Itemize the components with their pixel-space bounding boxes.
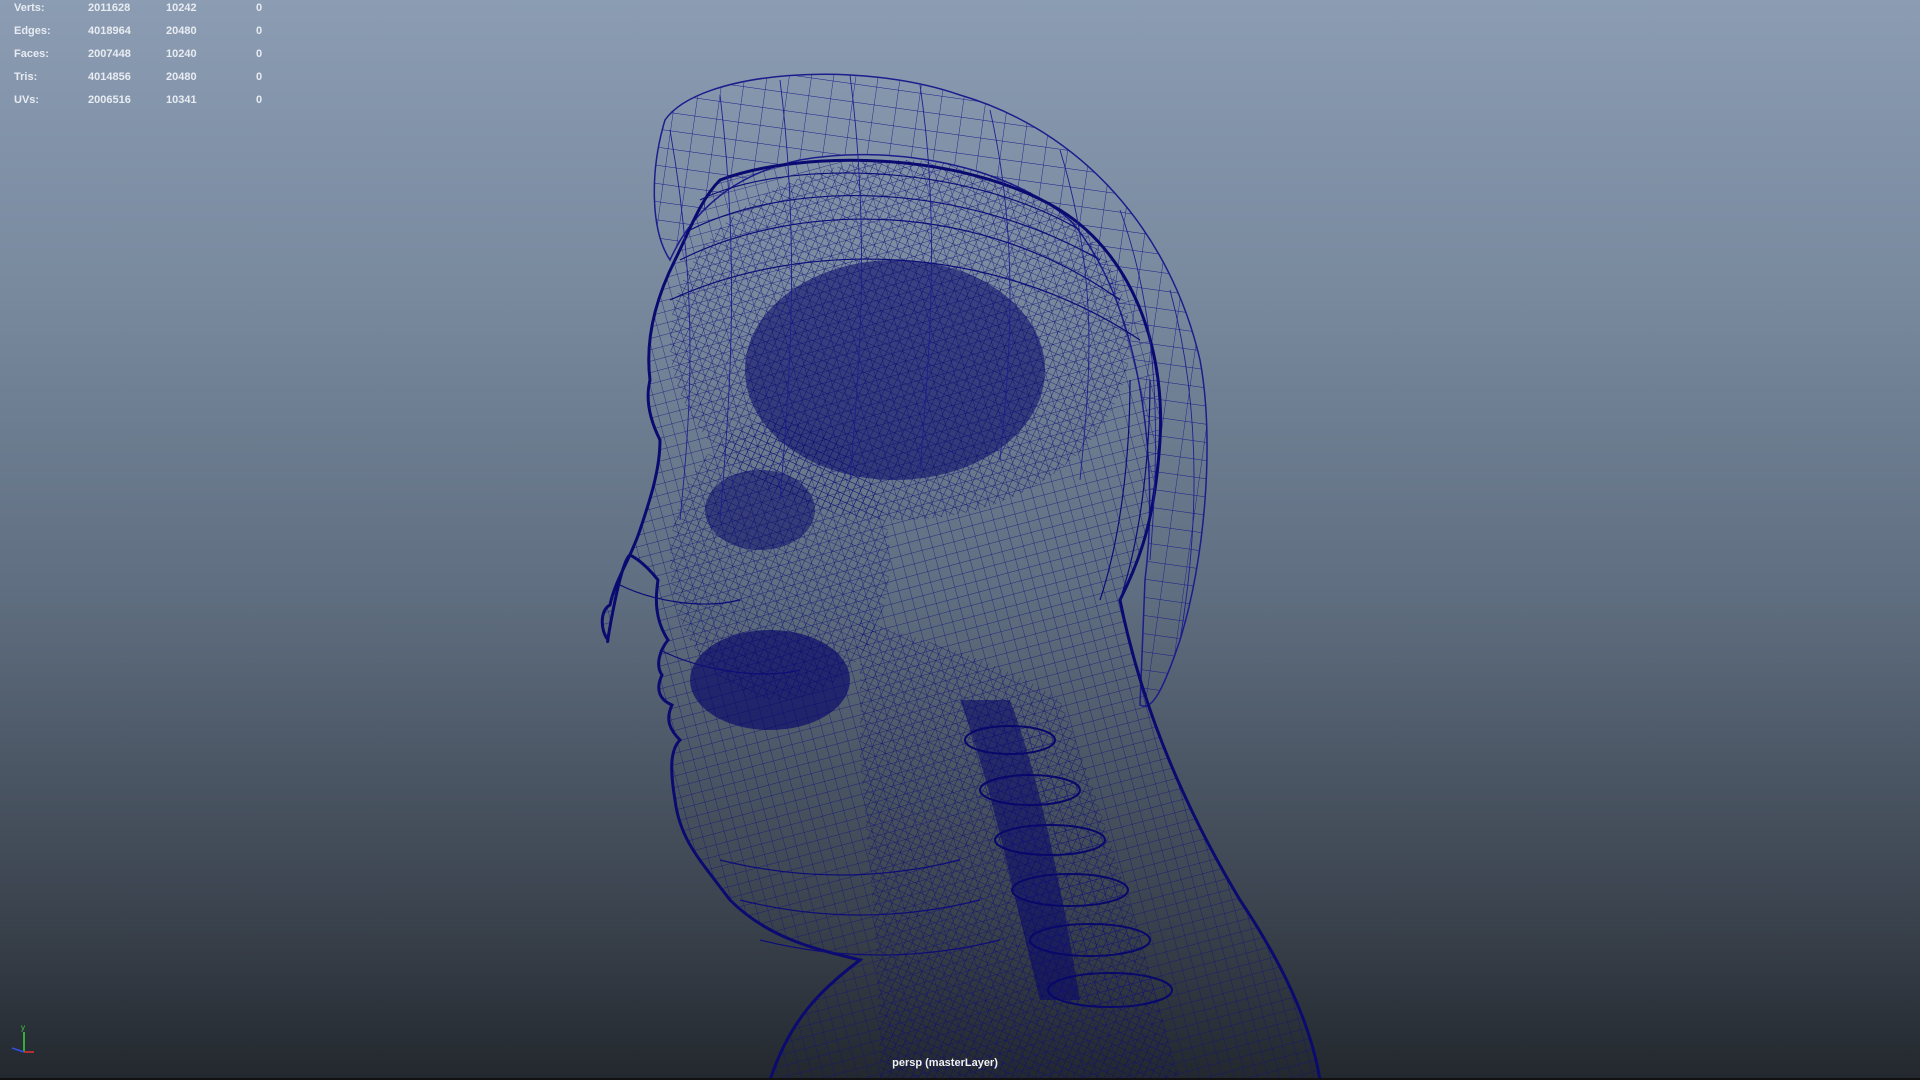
head-wireframe-model[interactable] xyxy=(0,0,1920,1080)
hud-value-extra: 0 xyxy=(256,25,263,37)
viewport-panel[interactable]: Verts: 2011628 10242 0 Edges: 4018964 20… xyxy=(0,0,1920,1080)
axis-gizmo-icon: y xyxy=(11,1023,34,1053)
hud-value-selected: 10242 xyxy=(166,2,197,14)
hud-value-total: 4014856 xyxy=(88,71,131,83)
hud-label: Faces: xyxy=(14,48,49,60)
hud-label: Verts: xyxy=(14,2,45,14)
hud-value-extra: 0 xyxy=(256,94,263,106)
hud-value-selected: 10341 xyxy=(166,94,197,106)
hud-value-total: 4018964 xyxy=(88,25,131,37)
hud-label: Tris: xyxy=(14,71,38,83)
hud-value-extra: 0 xyxy=(256,2,263,14)
hud-value-extra: 0 xyxy=(256,48,263,60)
hud-label: UVs: xyxy=(14,94,40,106)
camera-label: persp (masterLayer) xyxy=(892,1057,998,1069)
hud-value-total: 2011628 xyxy=(88,2,131,14)
hud-value-extra: 0 xyxy=(256,71,263,83)
hud-value-selected: 10240 xyxy=(166,48,197,60)
hud-value-selected: 20480 xyxy=(166,25,197,37)
hud-value-total: 2007448 xyxy=(88,48,131,60)
hud-value-total: 2006516 xyxy=(88,94,131,106)
axis-y-label: y xyxy=(21,1023,25,1032)
hud-value-selected: 20480 xyxy=(166,71,197,83)
hud-label: Edges: xyxy=(14,25,51,37)
